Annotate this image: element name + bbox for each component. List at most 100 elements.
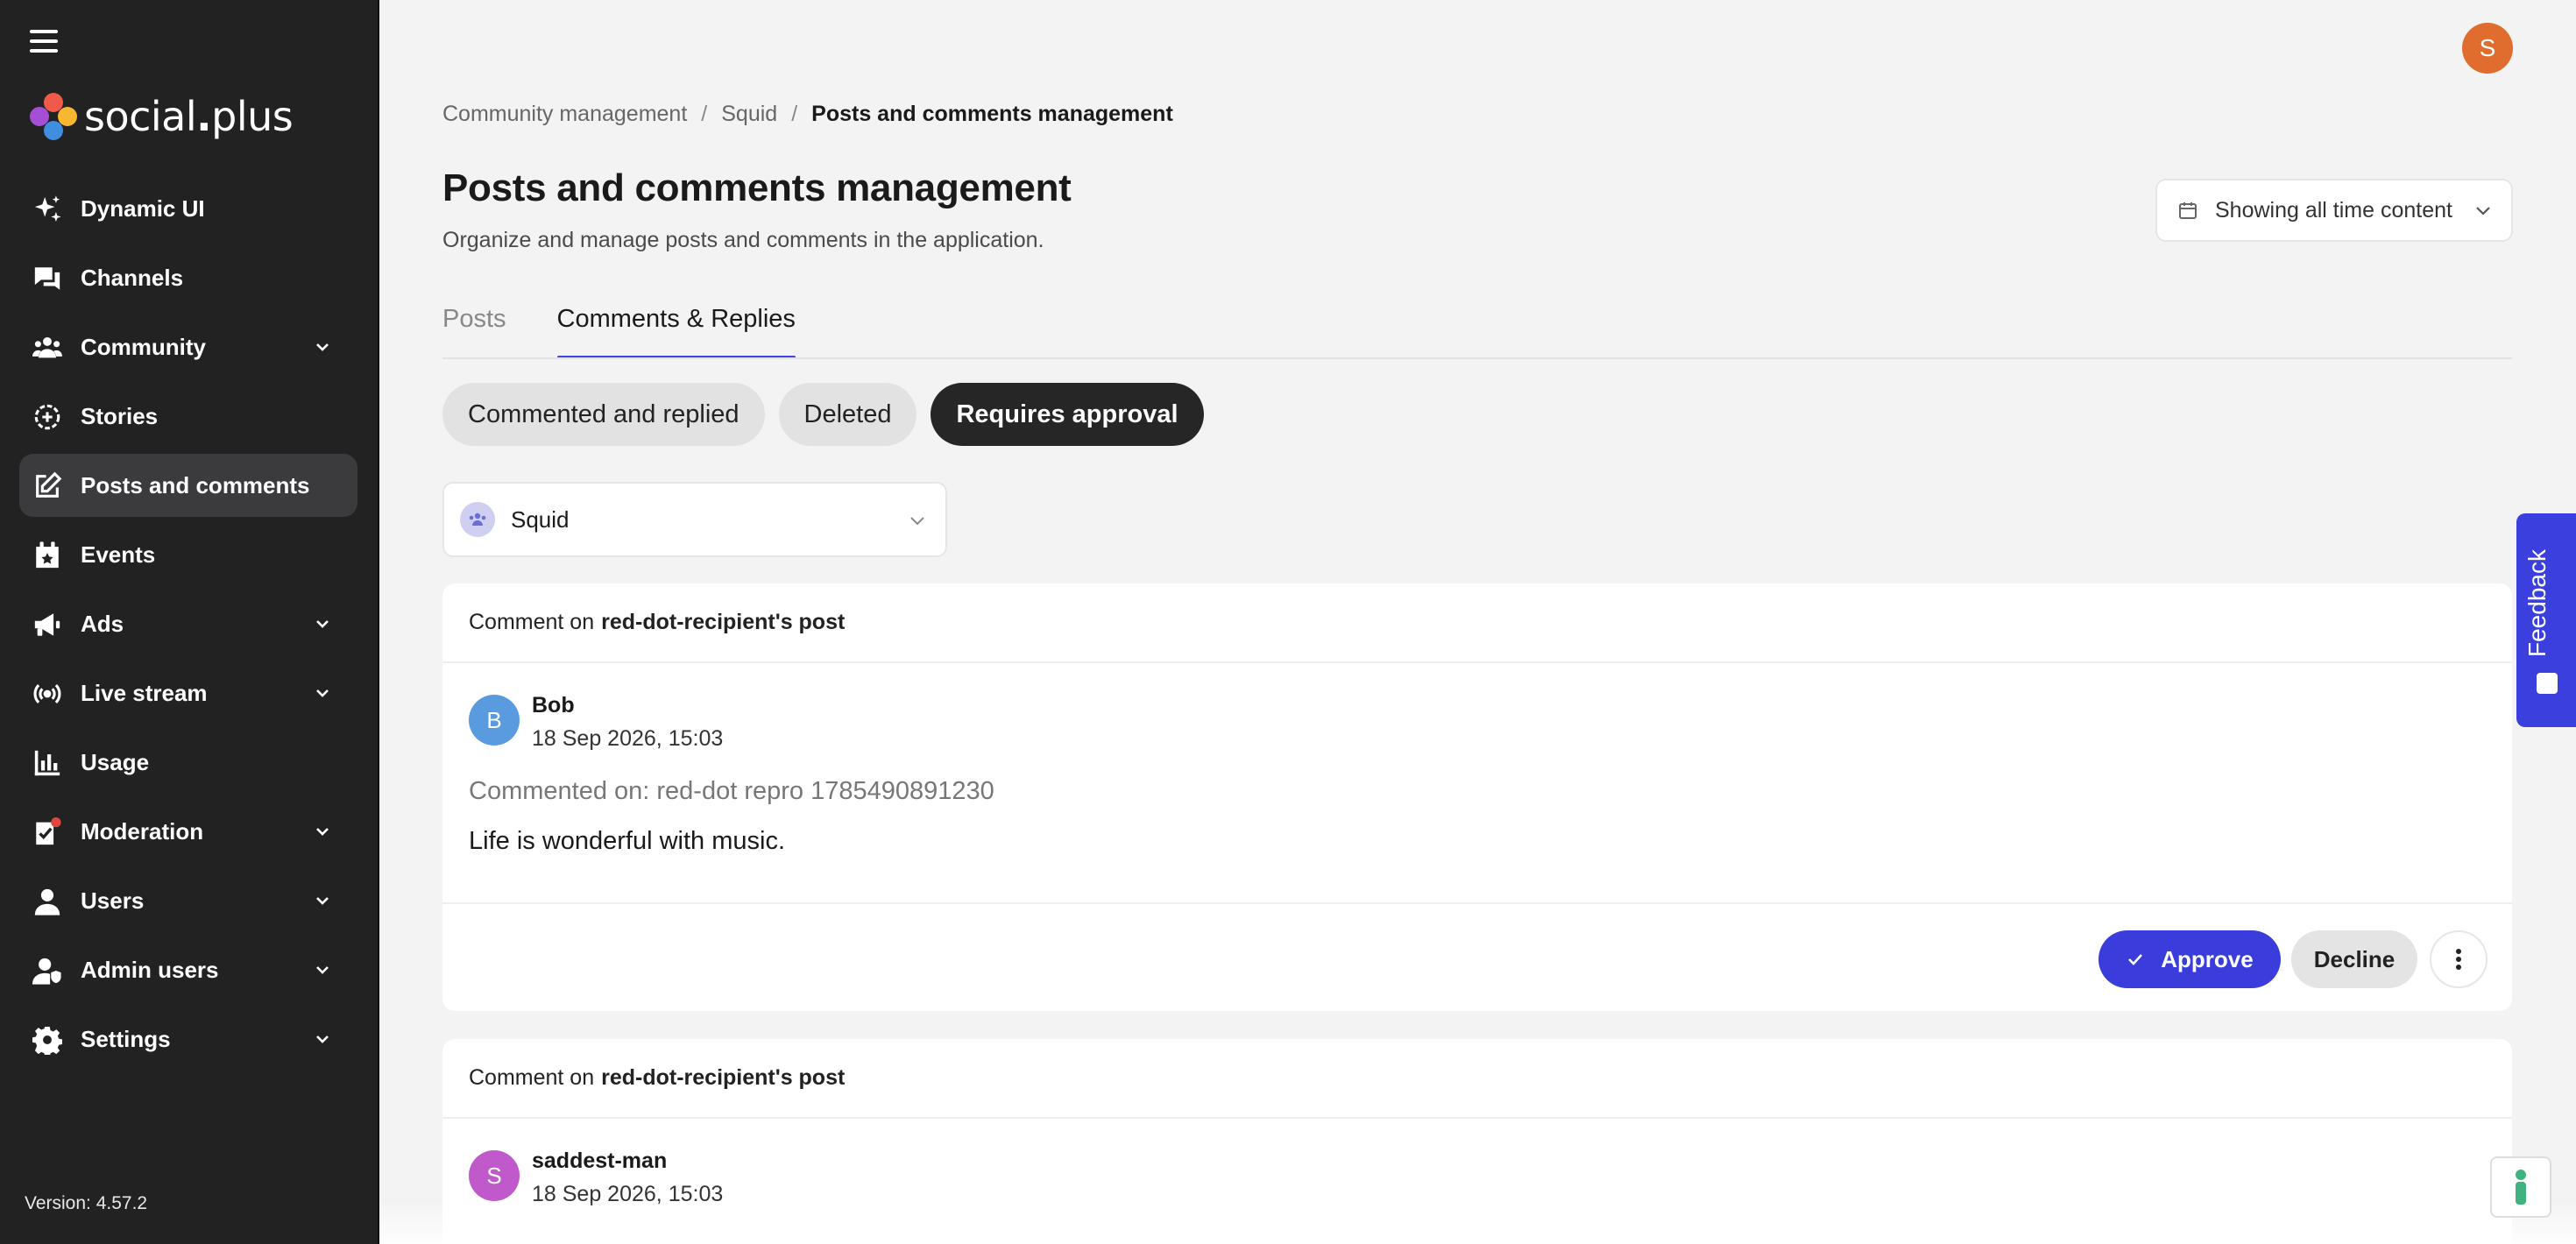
- logo-text: social.plus: [84, 93, 294, 140]
- stories-icon: [32, 402, 63, 432]
- sidebar-item-label: Users: [81, 887, 145, 914]
- community-select[interactable]: Squid: [442, 482, 947, 557]
- logo: social.plus: [30, 93, 294, 140]
- chevron-down-icon: [316, 897, 329, 905]
- chevron-down-icon: [316, 828, 329, 836]
- page-title: Posts and comments management: [442, 166, 1072, 209]
- avatar[interactable]: S: [469, 1150, 520, 1201]
- sidebar-item-label: Events: [81, 541, 156, 568]
- more-vertical-icon: [2456, 949, 2461, 970]
- time-filter-dropdown[interactable]: Showing all time content: [2155, 179, 2513, 242]
- user-avatar[interactable]: S: [2462, 23, 2513, 74]
- time-filter-label: Showing all time content: [2215, 197, 2452, 223]
- megaphone-icon: [32, 610, 63, 640]
- comment-post-target[interactable]: red-dot-recipient's post: [601, 1065, 845, 1091]
- moderation-icon: [32, 817, 63, 847]
- filter-requires-approval[interactable]: Requires approval: [931, 383, 1204, 446]
- sidebar-item-events[interactable]: Events: [19, 523, 357, 586]
- gear-icon: [32, 1025, 63, 1055]
- sidebar-item-channels[interactable]: Channels: [19, 246, 357, 309]
- chevron-down-icon: [2476, 207, 2490, 216]
- sidebar-nav: Dynamic UI Channels Community Stories Po…: [19, 177, 357, 1077]
- comment-text: Life is wonderful with music.: [469, 827, 786, 855]
- sidebar-item-label: Posts and comments: [81, 471, 310, 498]
- check-icon: [2128, 954, 2143, 965]
- sidebar-item-label: Channels: [81, 264, 184, 291]
- sidebar-item-label: Settings: [81, 1025, 171, 1052]
- more-options-button[interactable]: [2430, 930, 2488, 988]
- bar-chart-icon: [32, 748, 63, 778]
- feedback-tab[interactable]: Feedback: [2516, 513, 2576, 727]
- sidebar-item-users[interactable]: Users: [19, 869, 357, 932]
- sidebar-item-community[interactable]: Community: [19, 315, 357, 378]
- sparkles-icon: [32, 194, 63, 224]
- sidebar-item-admin-users[interactable]: Admin users: [19, 938, 357, 1001]
- sidebar-item-label: Admin users: [81, 956, 219, 983]
- comment-on-prefix: Comment on: [469, 610, 595, 634]
- breadcrumb-separator: /: [701, 102, 708, 126]
- sidebar-item-ads[interactable]: Ads: [19, 592, 357, 655]
- edit-icon: [32, 471, 63, 501]
- sidebar-item-stories[interactable]: Stories: [19, 385, 357, 448]
- menu-toggle-icon[interactable]: [30, 30, 58, 53]
- broadcast-icon: [32, 679, 63, 709]
- breadcrumb-current: Posts and comments management: [811, 102, 1173, 126]
- calendar-star-icon: [32, 541, 63, 570]
- author-name[interactable]: Bob: [532, 693, 575, 718]
- sidebar-item-usage[interactable]: Usage: [19, 731, 357, 794]
- sidebar-item-live-stream[interactable]: Live stream: [19, 661, 357, 724]
- tab-comments-replies[interactable]: Comments & Replies: [556, 298, 796, 359]
- calendar-icon: [2179, 202, 2197, 219]
- admin-user-icon: [32, 956, 63, 986]
- comment-card-header: Comment on red-dot-recipient's post: [442, 583, 2512, 663]
- chevron-down-icon: [316, 620, 329, 628]
- comment-actions: Approve Decline: [442, 902, 2512, 1011]
- approve-button[interactable]: Approve: [2098, 930, 2281, 988]
- sidebar-item-moderation[interactable]: Moderation: [19, 800, 357, 863]
- filter-commented-and-replied[interactable]: Commented and replied: [442, 383, 765, 446]
- author-name[interactable]: saddest-man: [532, 1149, 667, 1174]
- community-icon: [460, 502, 495, 537]
- chevron-down-icon: [316, 1035, 329, 1043]
- comment-author: B Bob 18 Sep 2026, 15:03: [442, 663, 2512, 768]
- community-select-value: Squid: [511, 505, 570, 533]
- comment-card-header: Comment on red-dot-recipient's post: [442, 1039, 2512, 1119]
- sidebar-item-dynamic-ui[interactable]: Dynamic UI: [19, 177, 357, 240]
- chat-bubbles-icon: [32, 264, 63, 293]
- user-icon: [32, 887, 63, 916]
- chevron-down-icon: [910, 517, 924, 526]
- comment-post-target[interactable]: red-dot-recipient's post: [601, 610, 845, 635]
- avatar[interactable]: B: [469, 695, 520, 746]
- sidebar-item-label: Dynamic UI: [81, 194, 205, 222]
- sidebar-item-label: Ads: [81, 610, 124, 637]
- logo-mark-icon: [30, 93, 77, 140]
- breadcrumb: Community management / Squid / Posts and…: [442, 102, 1173, 127]
- chevron-down-icon: [316, 689, 329, 697]
- filter-deleted[interactable]: Deleted: [778, 383, 917, 446]
- comment-date: 18 Sep 2026, 15:03: [532, 1182, 724, 1206]
- decline-button[interactable]: Decline: [2291, 930, 2417, 988]
- feedback-label: Feedback: [2523, 549, 2551, 657]
- breadcrumb-separator: /: [791, 102, 798, 126]
- help-figure-icon: [2516, 1170, 2526, 1205]
- people-icon: [32, 333, 63, 363]
- comment-card: Comment on red-dot-recipient's post S sa…: [442, 1039, 2512, 1244]
- page-subtitle: Organize and manage posts and comments i…: [442, 228, 1044, 252]
- comment-card: Comment on red-dot-recipient's post B Bo…: [442, 583, 2512, 1011]
- sidebar-item-label: Stories: [81, 402, 159, 429]
- version-label: Version: 4.57.2: [25, 1193, 148, 1213]
- sidebar-item-posts-and-comments[interactable]: Posts and comments: [19, 454, 357, 517]
- commented-on-text: Commented on: red-dot repro 178549089123…: [469, 777, 994, 805]
- chevron-down-icon: [316, 966, 329, 974]
- tab-posts[interactable]: Posts: [442, 298, 506, 357]
- sidebar-item-label: Moderation: [81, 817, 204, 845]
- sidebar-item-label: Usage: [81, 748, 150, 775]
- breadcrumb-community-management[interactable]: Community management: [442, 102, 687, 127]
- sidebar-item-label: Live stream: [81, 679, 208, 706]
- help-button[interactable]: [2490, 1156, 2551, 1218]
- sidebar-item-settings[interactable]: Settings: [19, 1007, 357, 1071]
- breadcrumb-squid[interactable]: Squid: [721, 102, 777, 127]
- comment-author: S saddest-man 18 Sep 2026, 15:03: [442, 1119, 2512, 1224]
- status-filter-chips: Commented and replied Deleted Requires a…: [442, 383, 1204, 446]
- tabs: Posts Comments & Replies: [442, 298, 796, 359]
